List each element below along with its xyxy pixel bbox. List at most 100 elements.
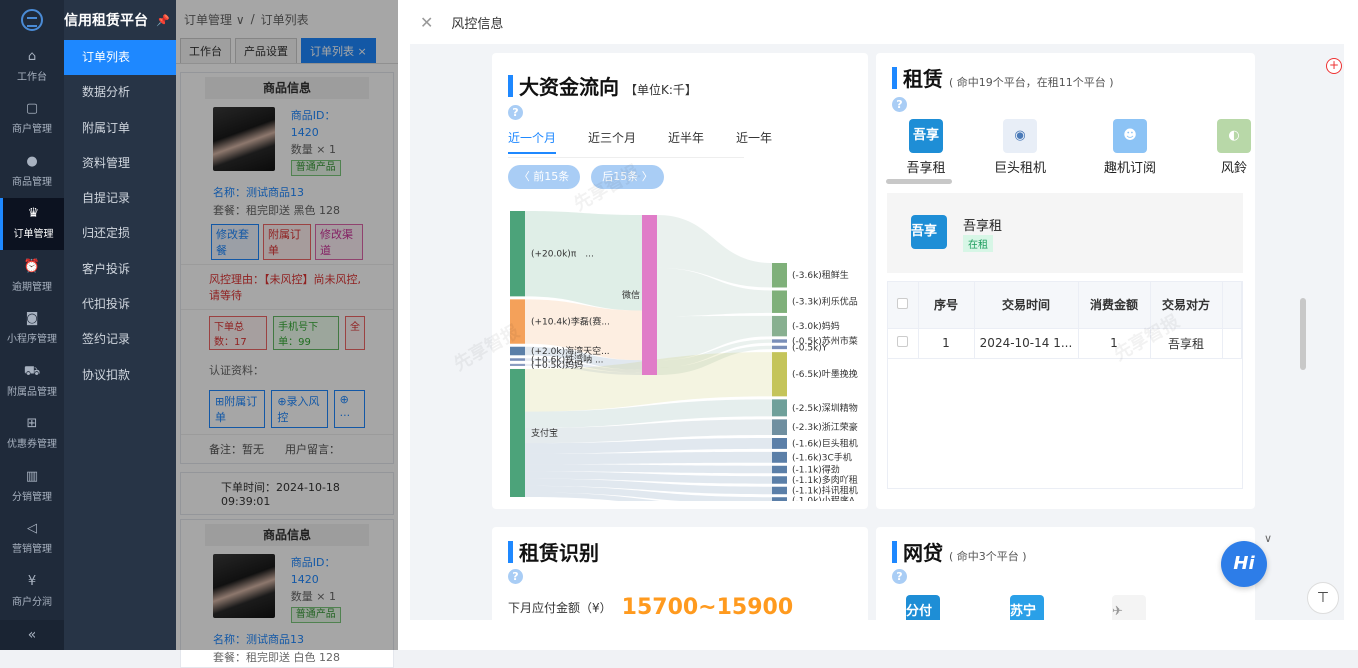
col-extra bbox=[1222, 282, 1242, 329]
sankey-target-label: (-2.5k)深圳精物 bbox=[792, 402, 858, 414]
subnav-item-7[interactable]: 代扣投诉 bbox=[64, 287, 176, 322]
loan-platform-logo[interactable]: 苏宁 bbox=[1010, 595, 1044, 620]
tab-last-year[interactable]: 近一年 bbox=[736, 129, 772, 154]
platform-logo: ◉ bbox=[1003, 119, 1037, 153]
subnav-item-4[interactable]: 自提记录 bbox=[64, 181, 176, 216]
table-row: 1 2024-10-14 1... 1 吾享租 bbox=[888, 328, 1242, 359]
rail-item-0[interactable]: ⌂ 工作台 bbox=[0, 40, 64, 93]
tab-last-6-months[interactable]: 近半年 bbox=[668, 129, 704, 154]
rail-item-label: 小程序管理 bbox=[7, 334, 57, 346]
row-checkbox[interactable] bbox=[888, 328, 919, 359]
next-15-button[interactable]: 后15条 〉 bbox=[591, 165, 664, 189]
subnav-item-2[interactable]: 附属订单 bbox=[64, 111, 176, 146]
subnav-item-6[interactable]: 客户投诉 bbox=[64, 252, 176, 287]
sankey-target-node bbox=[772, 352, 787, 397]
platform-item[interactable]: ◐ 风鈴 bbox=[1194, 119, 1274, 176]
platform-item[interactable]: ☻ 趣机订阅 bbox=[1090, 119, 1170, 176]
select-all-checkbox[interactable] bbox=[888, 282, 919, 329]
subnav-item-1[interactable]: 数据分析 bbox=[64, 75, 176, 110]
rail-item-4[interactable]: ⏰ 逾期管理 bbox=[0, 250, 64, 303]
rail-item-label: 优惠券管理 bbox=[7, 439, 57, 451]
loan-platform-logo[interactable]: 分付 bbox=[906, 595, 940, 620]
col-counterparty: 交易对方 bbox=[1150, 282, 1223, 329]
alarm-icon: ⏰ bbox=[23, 258, 41, 274]
tab-last-month[interactable]: 近一个月 bbox=[508, 129, 557, 154]
platform-item[interactable]: ◉ 巨头租机 bbox=[980, 119, 1060, 176]
recognition-title: 租赁识别 bbox=[519, 541, 599, 565]
sankey-target-node bbox=[772, 465, 787, 474]
apple-icon: ● bbox=[26, 153, 38, 169]
rail-item-2[interactable]: ● 商品管理 bbox=[0, 145, 64, 198]
sankey-target-node bbox=[772, 497, 787, 501]
col-index: 序号 bbox=[918, 282, 975, 329]
subnav-item-3[interactable]: 资料管理 bbox=[64, 146, 176, 181]
watch-icon: ◙ bbox=[25, 311, 39, 327]
main-sidebar: ⌂ 工作台 ▢ 商户管理 ● 商品管理 ♛ 订单管理 ⏰ 逾期管理 ◙ 小程序管理 ⛟ 附属品管理 ⊞ 优惠券… bbox=[0, 0, 64, 650]
rail-item-label: 商品管理 bbox=[12, 176, 52, 188]
platform-name: 风鈴 bbox=[1220, 161, 1247, 176]
rental-title: 租赁 bbox=[903, 67, 943, 91]
drawer-scrollbar[interactable] bbox=[1300, 298, 1306, 370]
drawer-body: 大资金流向 【单位K:千】 ? 近一个月 近三个月 近半年 近一年 〈 前15条… bbox=[410, 44, 1344, 620]
rail-item-3[interactable]: ♛ 订单管理 bbox=[0, 197, 64, 250]
help-icon[interactable]: ? bbox=[508, 105, 523, 120]
platform-item[interactable]: 吾享 吾享租 bbox=[886, 119, 966, 176]
yen-icon: ¥ bbox=[27, 573, 37, 589]
app-logo[interactable] bbox=[0, 0, 64, 40]
detail-platform-name: 吾享租 bbox=[963, 219, 1003, 234]
rail-item-7[interactable]: ⊞ 优惠券管理 bbox=[0, 408, 64, 461]
rail-item-6[interactable]: ⛟ 附属品管理 bbox=[0, 355, 64, 408]
collapse-sidebar-button[interactable]: « bbox=[0, 620, 64, 650]
trophy-icon: ♛ bbox=[27, 206, 40, 222]
bag-icon: ▢ bbox=[25, 101, 39, 117]
sankey-chart: (+20.0k)π ...(+10.4k)李磊(赛...(+2.0k)海湾天空.… bbox=[510, 211, 858, 501]
subnav-item-8[interactable]: 签约记录 bbox=[64, 322, 176, 357]
sankey-source-node bbox=[510, 363, 525, 366]
rail-item-1[interactable]: ▢ 商户管理 bbox=[0, 93, 64, 146]
add-icon[interactable]: + bbox=[1326, 58, 1342, 74]
loan-platform-logo[interactable]: ✈ bbox=[1112, 595, 1146, 620]
brand-title: 信用租赁平台 bbox=[64, 13, 148, 29]
tab-last-3-months[interactable]: 近三个月 bbox=[588, 129, 636, 154]
cart-icon: ⛟ bbox=[23, 363, 41, 379]
sankey-target-label: (-0.5k)Y bbox=[792, 343, 828, 353]
platform-scrollbar[interactable] bbox=[886, 179, 952, 184]
close-icon[interactable]: ✕ bbox=[420, 13, 433, 32]
chat-hi-button[interactable]: Hi bbox=[1221, 541, 1267, 587]
sub-navigation: 信用租赁平台 📌 订单列表 数据分析 附属订单 资料管理 自提记录 归还定损 客户投诉 代扣投诉… bbox=[64, 0, 176, 650]
help-icon[interactable]: ? bbox=[892, 569, 907, 584]
subnav-item-9[interactable]: 协议扣款 bbox=[64, 358, 176, 393]
pin-icon[interactable]: 📌 bbox=[156, 14, 170, 27]
rail-item-10[interactable]: ¥ 商户分润 bbox=[0, 565, 64, 618]
subnav-item-0[interactable]: 订单列表 bbox=[64, 40, 176, 76]
sankey-source-label: (+20.0k)π ... bbox=[531, 250, 594, 260]
platform-logo: 吾享 bbox=[909, 119, 943, 153]
subnav-item-5[interactable]: 归还定损 bbox=[64, 216, 176, 251]
rail-item-9[interactable]: ◁ 营销管理 bbox=[0, 513, 64, 566]
back-to-top-button[interactable]: ⊤ bbox=[1307, 582, 1339, 614]
loan-title: 网贷 bbox=[903, 541, 943, 565]
sankey-target-label: (-2.3k)浙江荣豪 bbox=[792, 421, 858, 433]
sankey-source-label: 支付宝 bbox=[531, 427, 558, 439]
platform-logo: ◐ bbox=[1217, 119, 1251, 153]
platform-name: 趣机订阅 bbox=[1103, 161, 1156, 176]
col-time: 交易时间 bbox=[974, 282, 1079, 329]
sankey-target-node bbox=[772, 438, 787, 449]
chevron-down-icon[interactable]: ∨ bbox=[1264, 532, 1272, 545]
cell-counterparty: 吾享租 bbox=[1150, 328, 1223, 359]
help-icon[interactable]: ? bbox=[508, 569, 523, 584]
prev-15-button[interactable]: 〈 前15条 bbox=[508, 165, 580, 189]
logo-icon bbox=[21, 9, 43, 31]
help-icon[interactable]: ? bbox=[892, 97, 907, 112]
platform-name: 吾享租 bbox=[906, 161, 946, 176]
drawer-title: 风控信息 bbox=[451, 16, 504, 32]
sankey-target-node bbox=[772, 290, 787, 313]
rail-item-5[interactable]: ◙ 小程序管理 bbox=[0, 303, 64, 356]
rail-item-8[interactable]: ▥ 分销管理 bbox=[0, 460, 64, 513]
home-icon: ⌂ bbox=[27, 48, 37, 64]
platform-name: 巨头租机 bbox=[993, 161, 1046, 176]
gift-icon: ⊞ bbox=[26, 416, 38, 432]
cell-extra bbox=[1222, 328, 1242, 359]
transaction-table: 序号 交易时间 消费金额 交易对方 1 2024-10-14 1... 1 吾享… bbox=[887, 281, 1243, 489]
sankey-target-label: (-1.6k)巨头租机 bbox=[792, 437, 858, 449]
